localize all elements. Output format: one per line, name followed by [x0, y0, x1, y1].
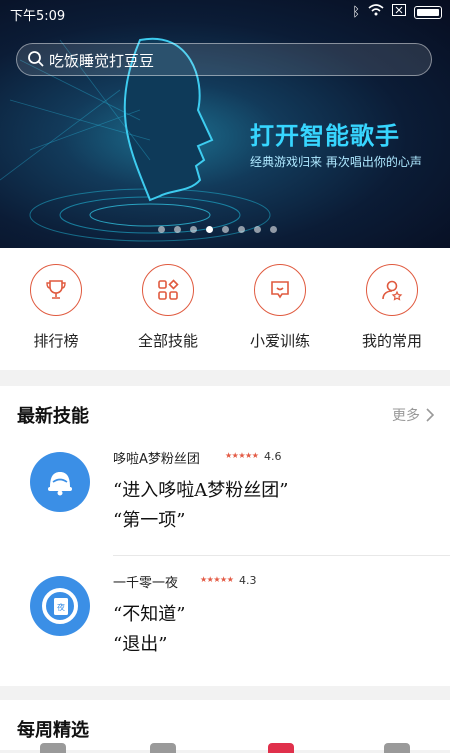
rating-value: 4.3	[239, 574, 257, 587]
training-label: 小爱训练	[249, 332, 310, 350]
banner[interactable]: 下午5:09 ᛒ 吃饭睡觉打豆豆 打开智能歌手 经典游戏归来 再次唱出你的心声	[0, 0, 450, 248]
carousel-indicator[interactable]	[158, 226, 277, 233]
user-star-icon	[366, 264, 418, 316]
bell-icon	[30, 452, 90, 512]
bottom-tab-bar	[0, 738, 450, 753]
ranking-button[interactable]: 排行榜	[0, 264, 112, 351]
rating-stars: ★★★★★	[200, 575, 234, 584]
example-phrase: “不知道”	[113, 604, 186, 625]
section-title: 最新技能	[17, 406, 89, 427]
quick-actions: 排行榜 全部技能 小爱训练 我的常用	[0, 248, 450, 370]
search-placeholder: 吃饭睡觉打豆豆	[49, 52, 155, 70]
trophy-icon	[30, 264, 82, 316]
tab-home-icon[interactable]	[40, 743, 66, 753]
rating-stars: ★★★★★	[225, 451, 259, 460]
tab-profile-icon[interactable]	[384, 743, 410, 753]
carousel-dot[interactable]	[174, 226, 181, 233]
more-label: 更多	[392, 408, 420, 424]
battery-icon	[414, 5, 442, 19]
tab-discover-icon[interactable]	[150, 743, 176, 753]
book-icon: 夜	[30, 576, 90, 636]
status-bar: 下午5:09 ᛒ	[0, 0, 450, 26]
grid-icon	[142, 264, 194, 316]
carousel-dot-active[interactable]	[206, 226, 213, 233]
example-phrase: “退出”	[113, 634, 168, 655]
carousel-dot[interactable]	[238, 226, 245, 233]
status-time: 下午5:09	[10, 9, 66, 24]
wifi-icon	[368, 4, 384, 20]
example-phrase: “第一项”	[113, 510, 186, 531]
training-button[interactable]: 小爱训练	[224, 264, 336, 351]
sim-icon	[392, 4, 406, 20]
more-link[interactable]: 更多	[392, 405, 434, 425]
carousel-dot[interactable]	[270, 226, 277, 233]
bluetooth-icon: ᛒ	[352, 4, 360, 20]
carousel-dot[interactable]	[222, 226, 229, 233]
carousel-dot[interactable]	[254, 226, 261, 233]
all-skills-button[interactable]: 全部技能	[112, 264, 224, 351]
rating-value: 4.6	[264, 450, 282, 463]
all-skills-label: 全部技能	[137, 332, 198, 350]
skill-item[interactable]: 夜 一千零一夜 ★★★★★ 4.3 “不知道” “退出”	[0, 564, 450, 682]
banner-subtitle: 经典游戏归来 再次唱出你的心声	[250, 155, 422, 169]
chevron-right-icon	[426, 408, 434, 422]
carousel-dot[interactable]	[158, 226, 165, 233]
svg-text:夜: 夜	[57, 602, 65, 612]
example-phrase: “进入哆啦A梦粉丝团”	[113, 480, 289, 501]
latest-skills-section: 最新技能 更多 哆啦A梦粉丝团 ★★★★★ 4.6 “进入哆啦A梦粉丝团” “第…	[0, 386, 450, 686]
banner-title: 打开智能歌手	[250, 122, 400, 150]
chat-bubble-icon	[254, 264, 306, 316]
divider	[113, 555, 450, 556]
search-input[interactable]: 吃饭睡觉打豆豆	[16, 43, 432, 76]
my-favorites-button[interactable]: 我的常用	[336, 264, 448, 351]
tab-active-icon[interactable]	[268, 743, 294, 753]
skill-item[interactable]: 哆啦A梦粉丝团 ★★★★★ 4.6 “进入哆啦A梦粉丝团” “第一项”	[0, 440, 450, 558]
search-icon	[28, 51, 44, 67]
skill-name: 一千零一夜	[113, 576, 179, 591]
my-favorites-label: 我的常用	[361, 332, 422, 350]
ranking-label: 排行榜	[33, 332, 79, 350]
carousel-dot[interactable]	[190, 226, 197, 233]
skill-name: 哆啦A梦粉丝团	[113, 452, 200, 467]
